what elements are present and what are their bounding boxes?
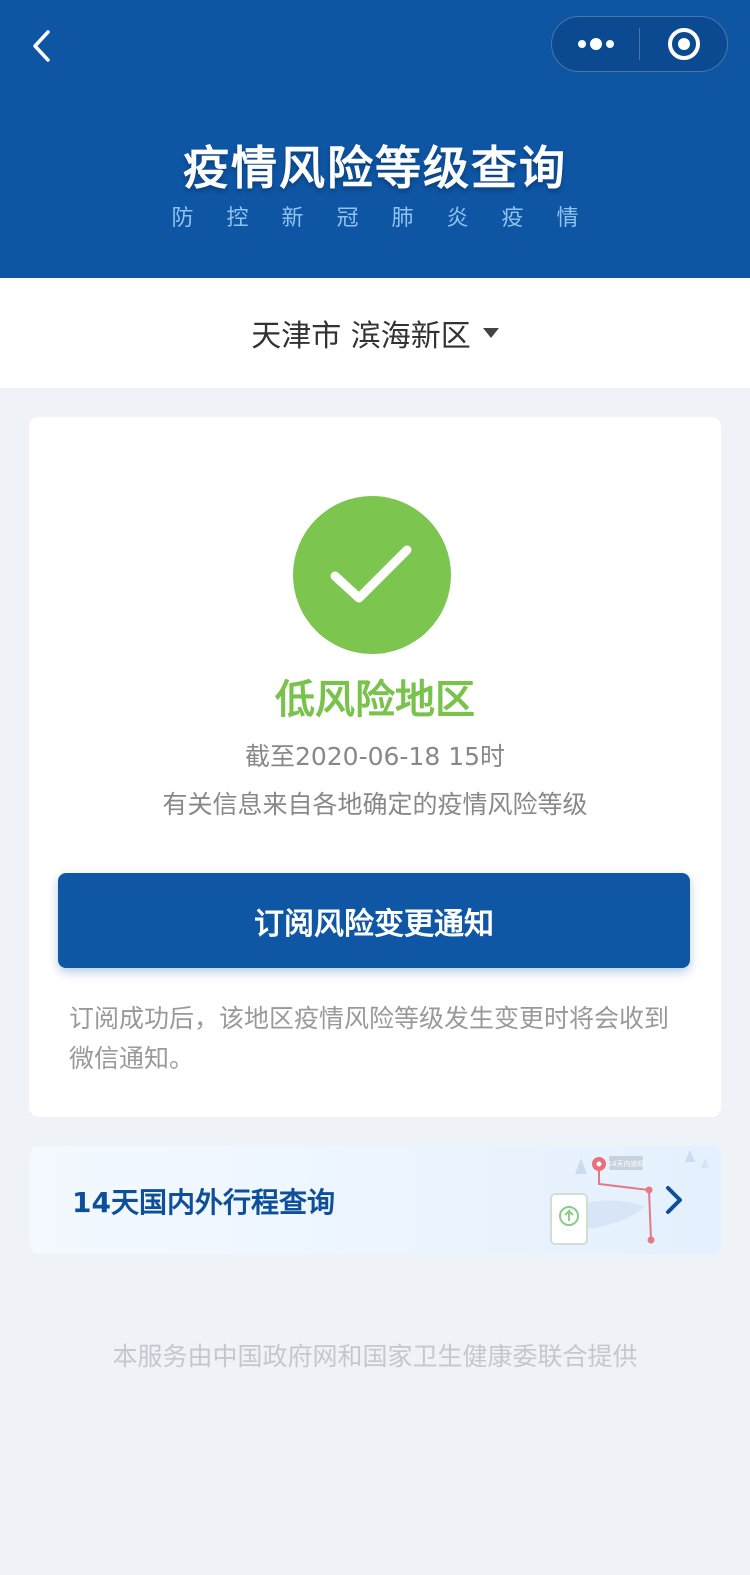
risk-level-label: 低风险地区 [275,677,475,723]
illustration-tag: 14天内途经 [608,1159,645,1168]
region-label: 天津市 滨海新区 [251,319,471,354]
risk-card: 低风险地区 截至2020-06-18 15时 有关信息来自各地确定的疫情风险等级… [29,417,721,1117]
status-badge [293,496,451,654]
chevron-right-icon [666,1186,682,1214]
page-title: 疫情风险等级查询 [183,141,567,195]
itinerary-query-card[interactable]: 14天国内外行程查询 14天内途经 [29,1146,721,1254]
header-bar: 疫情风险等级查询 防控新冠肺炎疫情 [0,0,750,278]
info-source: 有关信息来自各地确定的疫情风险等级 [162,790,588,819]
region-selector[interactable]: 天津市 滨海新区 [0,278,750,388]
update-time: 截至2020-06-18 15时 [244,742,506,771]
back-button[interactable] [18,22,66,70]
mini-program-capsule [551,16,728,72]
close-mini-program-button[interactable] [640,17,727,71]
itinerary-label: 14天国内外行程查询 [72,1186,335,1219]
target-circle-icon [667,28,700,60]
more-dots-icon [577,38,614,50]
page-subtitle: 防控新冠肺炎疫情 [171,206,612,231]
subscribe-note: 订阅成功后，该地区疫情风险等级发生变更时将会收到微信通知。 [69,1004,670,1073]
travel-map-illustration: 14天内途经 [550,1150,709,1245]
caret-down-icon [482,328,499,338]
checkmark-icon [330,545,412,603]
more-button[interactable] [552,17,639,71]
footer-credit: 本服务由中国政府网和国家卫生健康委联合提供 [112,1342,638,1371]
chevron-left-icon [33,30,50,62]
subscribe-button[interactable]: 订阅风险变更通知 [58,873,690,968]
